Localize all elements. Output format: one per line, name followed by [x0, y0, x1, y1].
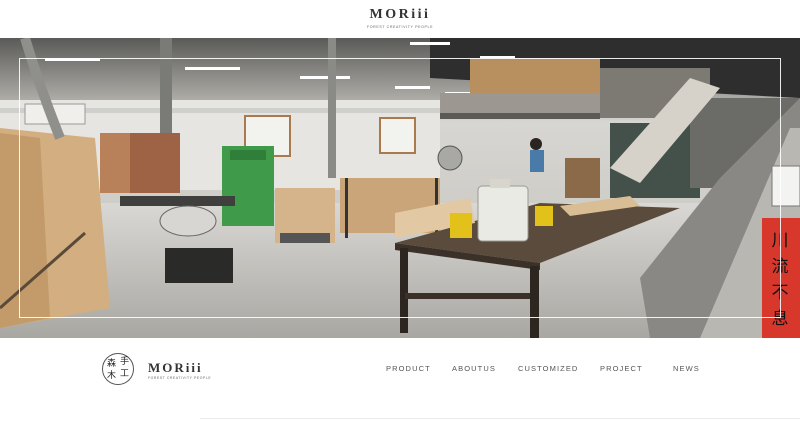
- nav-link-news[interactable]: NEWS: [673, 364, 700, 374]
- nav-link-aboutus[interactable]: ABOUTUS: [452, 364, 496, 374]
- hero-inner-frame: [19, 58, 781, 318]
- seal-char-2: 手: [120, 357, 130, 367]
- seal-char-3: 木: [107, 371, 117, 381]
- nav-brand-tagline: FOREST CREATIVITY PEOPLE: [148, 376, 212, 380]
- seal-char-1: 森: [107, 359, 117, 369]
- brand-seal-logo[interactable]: 森 手 木 工: [102, 353, 134, 385]
- main-navigation: 森 手 木 工 MORiii FOREST CREATIVITY PEOPLE …: [0, 338, 800, 400]
- nav-link-product[interactable]: PRODUCT: [386, 364, 431, 374]
- header-logo[interactable]: MORiii FOREST CREATIVITY PEOPLE: [0, 7, 800, 30]
- header-logo-wordmark: MORiii: [369, 7, 431, 22]
- nav-link-project[interactable]: PROJECT: [600, 364, 643, 374]
- hero-banner-image: 川 流 不 息: [0, 38, 800, 338]
- seal-char-4: 工: [120, 369, 130, 379]
- top-header: MORiii FOREST CREATIVITY PEOPLE: [0, 0, 800, 38]
- nav-link-customized[interactable]: CUSTOMIZED: [518, 364, 578, 374]
- nav-brand-logo[interactable]: MORiii FOREST CREATIVITY PEOPLE: [148, 361, 211, 381]
- nav-brand-wordmark: MORiii: [148, 360, 203, 375]
- content-divider: [200, 418, 800, 419]
- header-logo-tagline: FOREST CREATIVITY PEOPLE: [366, 25, 434, 29]
